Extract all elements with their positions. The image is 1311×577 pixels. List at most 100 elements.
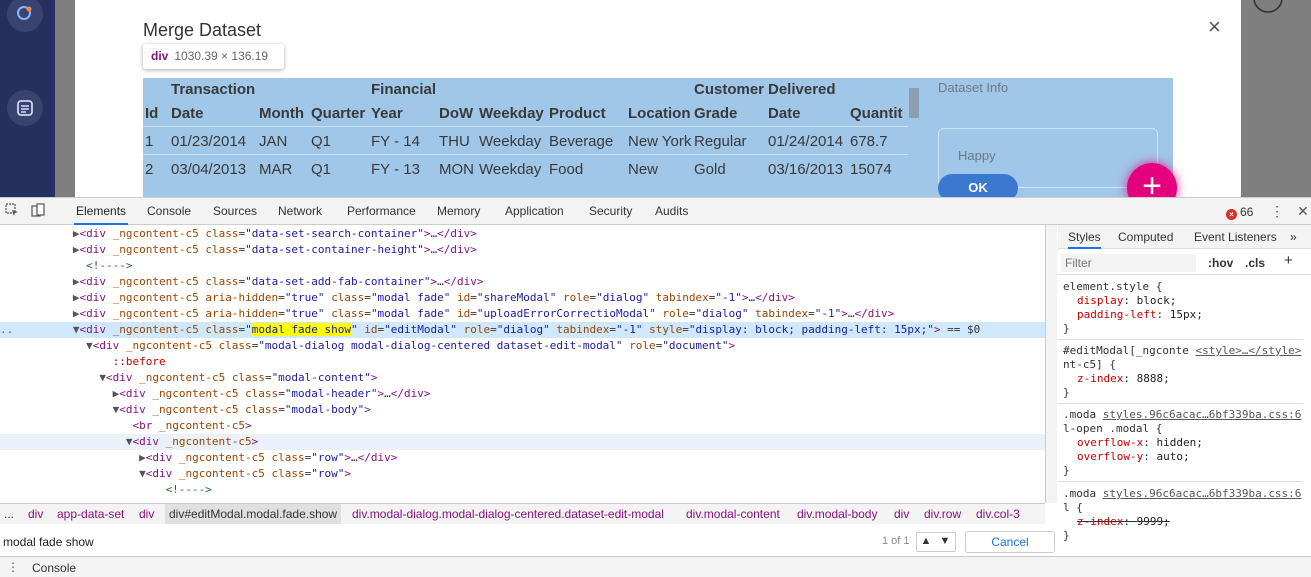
breadcrumb-item[interactable]: app-data-set <box>57 504 124 524</box>
tab-performance[interactable]: Performance <box>345 198 418 225</box>
hov-toggle[interactable]: :hov <box>1208 256 1233 270</box>
col-header-customer-grade[interactable]: Customer Grade <box>692 78 766 127</box>
dom-node[interactable]: <br _ngcontent-c5> <box>0 418 1045 434</box>
style-declaration[interactable]: overflow-x: hidden; <box>1077 436 1203 450</box>
tab-event-listeners[interactable]: Event Listeners <box>1194 225 1277 249</box>
col-header-quantity[interactable]: Quantit <box>848 78 908 127</box>
dom-node[interactable]: <!----> <box>0 258 1045 274</box>
dom-node[interactable]: ▼<div _ngcontent-c5 class="modal-dialog … <box>0 338 1045 354</box>
col-header-delivered-date[interactable]: Delivered Date <box>766 78 848 127</box>
dataset-info-title: Dataset Info <box>938 80 1009 95</box>
style-rule-end: } <box>1063 322 1070 335</box>
col-header-location[interactable]: Location <box>626 78 692 127</box>
breadcrumb-item[interactable]: div <box>894 504 909 524</box>
more-tabs-icon[interactable]: » <box>1290 225 1297 249</box>
tab-styles[interactable]: Styles <box>1068 225 1101 249</box>
search-match-count: 1 of 1 <box>882 535 910 547</box>
col-header-product[interactable]: Product <box>547 78 626 127</box>
tab-application[interactable]: Application <box>503 198 566 225</box>
tab-memory[interactable]: Memory <box>435 198 482 225</box>
col-header-transaction-date[interactable]: Transaction Date <box>169 78 257 127</box>
table-row[interactable]: 1 01/23/2014 JAN Q1 FY - 14 THU Weekday … <box>143 126 908 155</box>
breadcrumb: ... div app-data-set div div#editModal.m… <box>0 503 1045 524</box>
dom-node[interactable]: ▶<div _ngcontent-c5 class="row">…</div> <box>0 450 1045 466</box>
breadcrumb-item[interactable]: div <box>28 504 43 524</box>
table-cell: New <box>626 154 692 182</box>
inspect-element-icon[interactable] <box>4 203 20 219</box>
dom-node[interactable]: ▶<div _ngcontent-c5 aria-hidden="true" c… <box>0 290 1045 306</box>
happy-label: Happy <box>958 148 996 163</box>
device-toggle-icon[interactable] <box>30 203 46 219</box>
sidebar-document-button[interactable] <box>7 90 43 126</box>
dom-node[interactable]: ▼<div _ngcontent-c5 class="row"> <box>0 466 1045 482</box>
breadcrumb-item-active[interactable]: div#editModal.modal.fade.show <box>165 504 342 524</box>
search-prev-icon[interactable]: ▲ <box>917 535 935 547</box>
dom-node[interactable]: <!----> <box>0 482 1045 498</box>
new-rule-icon[interactable]: + <box>1284 253 1293 268</box>
styles-filter-input[interactable] <box>1061 254 1196 272</box>
table-cell: FY - 14 <box>369 126 437 155</box>
console-drawer: ⋮ Console <box>0 556 1311 577</box>
col-header-weekday[interactable]: Weekday <box>477 78 547 127</box>
styles-tabs: Styles Computed Event Listeners » <box>1058 225 1311 249</box>
style-declaration[interactable]: padding-left: 15px; <box>1077 308 1203 322</box>
table-cell: MAR <box>257 154 309 182</box>
style-declaration[interactable]: z-index: 8888; <box>1077 372 1170 386</box>
dom-search-input[interactable] <box>0 530 870 554</box>
search-next-icon[interactable]: ▼ <box>936 535 954 547</box>
breadcrumb-item[interactable]: div.modal-content <box>686 504 780 524</box>
style-declaration[interactable]: display: block; <box>1077 294 1176 308</box>
style-declaration[interactable]: overflow-y: auto; <box>1077 450 1190 464</box>
breadcrumb-item[interactable]: div <box>139 504 154 524</box>
tab-network[interactable]: Network <box>276 198 324 225</box>
rule-divider <box>1058 339 1303 340</box>
close-devtools-icon[interactable]: ✕ <box>1295 203 1311 219</box>
cls-toggle[interactable]: .cls <box>1245 256 1265 270</box>
dom-node[interactable]: ▶<div _ngcontent-c5 class="data-set-cont… <box>0 242 1045 258</box>
drawer-menu-icon[interactable]: ⋮ <box>7 560 19 574</box>
error-counter[interactable]: × 66 <box>1226 205 1253 220</box>
dom-node[interactable]: ::before <box>0 354 1045 370</box>
close-icon[interactable]: × <box>1208 16 1221 38</box>
breadcrumb-item[interactable]: div.col-3 <box>976 504 1020 524</box>
table-vertical-scrollbar[interactable] <box>909 88 919 118</box>
panel-splitter[interactable] <box>1045 225 1057 503</box>
dom-node-selected[interactable]: .. ▼<div _ngcontent-c5 class="modal fade… <box>0 322 1045 338</box>
breadcrumb-item[interactable]: div.modal-body <box>797 504 877 524</box>
ok-button[interactable]: OK <box>938 174 1018 197</box>
style-rule-selector: .moda styles.96c6acac…6bf339ba.css:6 <box>1063 408 1302 421</box>
app-logo-button[interactable] <box>7 0 43 32</box>
dom-node-hovered[interactable]: ▼<div _ngcontent-c5> <box>0 434 1045 450</box>
user-avatar-icon[interactable] <box>1251 0 1285 14</box>
cancel-search-button[interactable]: Cancel <box>965 531 1055 553</box>
breadcrumb-overflow[interactable]: ... <box>4 504 14 524</box>
col-header-id[interactable]: Id <box>143 78 169 127</box>
tab-console[interactable]: Console <box>145 198 193 225</box>
tooltip-dimensions: 1030.39 × 136.19 <box>174 49 269 63</box>
tab-audits[interactable]: Audits <box>653 198 690 225</box>
tab-elements[interactable]: Elements <box>74 198 129 225</box>
col-header-financial-year[interactable]: Financial Year <box>369 78 437 127</box>
app-sidebar <box>0 0 55 197</box>
tab-computed[interactable]: Computed <box>1118 225 1173 249</box>
table-row[interactable]: 2 03/04/2013 MAR Q1 FY - 13 MON Weekday … <box>143 154 908 182</box>
dom-node[interactable]: ▶<div _ngcontent-c5 aria-hidden="true" c… <box>0 306 1045 322</box>
dom-node[interactable]: ▶<div _ngcontent-c5 class="modal-header"… <box>0 386 1045 402</box>
table-cell: Gold <box>692 154 766 182</box>
style-declaration-overridden[interactable]: z-index: 9999; <box>1077 515 1170 529</box>
tab-sources[interactable]: Sources <box>211 198 259 225</box>
dom-node[interactable]: ▼<div _ngcontent-c5 class="modal-content… <box>0 370 1045 386</box>
kebab-menu-icon[interactable]: ⋮ <box>1269 203 1285 219</box>
modal-title: Merge Dataset <box>143 20 262 40</box>
drawer-console-tab[interactable]: Console <box>32 561 76 575</box>
col-header-dow[interactable]: DoW <box>437 78 477 127</box>
breadcrumb-item[interactable]: div.row <box>924 504 961 524</box>
dom-node[interactable]: ▼<div _ngcontent-c5 class="modal-body"> <box>0 402 1045 418</box>
dom-node[interactable]: ▶<div _ngcontent-c5 class="data-set-add-… <box>0 274 1045 290</box>
col-header-quarter[interactable]: Quarter <box>309 78 369 127</box>
tab-security[interactable]: Security <box>587 198 634 225</box>
dom-node[interactable]: ▶<div _ngcontent-c5 class="data-set-sear… <box>0 226 1045 242</box>
table-cell: 1 <box>143 126 169 155</box>
breadcrumb-item[interactable]: div.modal-dialog.modal-dialog-centered.d… <box>352 504 664 524</box>
col-header-month[interactable]: Month <box>257 78 309 127</box>
